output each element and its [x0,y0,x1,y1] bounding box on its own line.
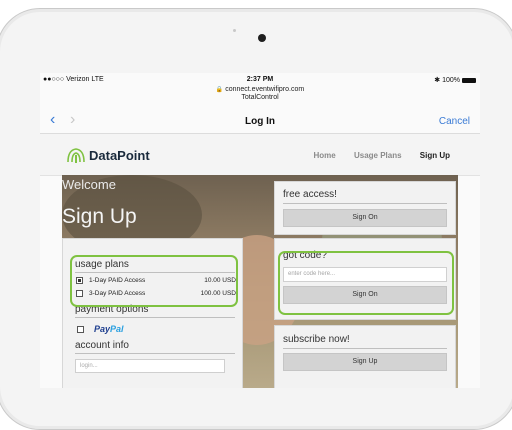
site-menu: Home Usage Plans Sign Up [298,151,451,160]
address-domain: connect.eventwifipro.com [225,86,305,93]
free-access-sign-on-button[interactable]: Sign On [283,209,447,227]
paypal-checkbox[interactable] [77,326,84,333]
front-camera [258,34,266,42]
clock: 2:37 PM [246,76,274,83]
battery-label: ✱ 100% [434,77,460,84]
menu-home[interactable]: Home [314,151,336,160]
wifi-hand-logo-icon [67,148,85,163]
subscribe-heading: subscribe now! [283,334,350,345]
address-page-name: TotalControl [241,94,279,101]
cancel-button[interactable]: Cancel [439,116,470,127]
battery-status: ✱ 100% [434,76,476,84]
free-access-heading: free access! [283,189,337,200]
page-title: Sign Up [62,205,137,228]
login-input[interactable]: login... [75,359,225,373]
lock-icon: 🔒 [215,87,224,93]
account-info-heading: account info [75,340,129,351]
address-bar[interactable]: 🔒 connect.eventwifipro.com TotalControl [40,86,480,102]
subscribe-sign-up-button[interactable]: Sign Up [283,353,447,371]
usage-plans-highlight [70,255,238,307]
nav-bar: ‹ › Log In Cancel [40,109,480,134]
brand-name: DataPoint [89,147,150,163]
brand-logo[interactable]: DataPoint [65,146,150,164]
tablet-screen: ●●○○○ Verizon LTE 2:37 PM ✱ 100% 🔒 conne… [40,73,480,388]
free-access-panel: free access! Sign On [274,181,456,235]
paypal-logo[interactable]: PayPal [94,324,124,334]
battery-icon [462,77,476,83]
hero-background: Welcome Sign Up usage plans 1-Day PAID A… [62,175,458,388]
subscribe-panel: subscribe now! Sign Up [274,325,456,388]
got-code-highlight [278,251,454,315]
status-bar: ●●○○○ Verizon LTE 2:37 PM ✱ 100% [40,73,480,87]
site-header: DataPoint Home Usage Plans Sign Up [40,134,480,176]
menu-sign-up[interactable]: Sign Up [420,151,450,160]
sensor-dot [233,29,236,32]
welcome-text: Welcome [62,177,116,192]
nav-title: Log In [245,116,275,127]
menu-usage-plans[interactable]: Usage Plans [354,151,402,160]
